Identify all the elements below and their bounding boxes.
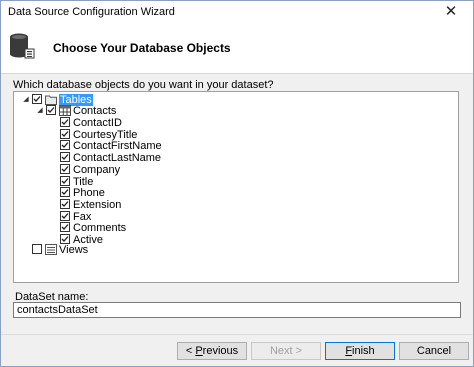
cancel-button[interactable]: Cancel [399,342,469,360]
tree-node-column-label: ContactLastName [73,152,162,165]
previous-mnemonic: P [195,345,203,357]
tree-node-column-label: CourtesyTitle [73,128,138,141]
objects-question: Which database objects do you want in yo… [13,79,274,91]
checkbox[interactable] [60,234,70,244]
tree-node-column-label: Company [73,163,121,176]
unchecked-checkbox[interactable] [32,244,42,254]
checkbox[interactable] [60,140,70,151]
button-separator [1,334,473,335]
previous-rest: revious [202,345,239,357]
checkbox[interactable] [60,175,70,186]
database-icon [10,33,35,59]
folder-icon [45,94,57,105]
tree-node-column-label: Comments [73,222,127,235]
wizard-window: Data Source Configuration Wizard ✕ Choos… [0,0,474,367]
window-title: Data Source Configuration Wizard [8,6,175,18]
checkbox[interactable] [60,128,70,139]
tree-node-column-label: ContactFirstName [73,140,162,153]
views-folder-icon [45,244,57,255]
previous-button[interactable]: < Previous [177,342,247,360]
checkbox[interactable] [60,117,70,127]
checkbox[interactable] [60,187,70,198]
tree-node-column-label: Extension [73,198,122,211]
next-button[interactable]: Next > [251,342,321,360]
tree-node-column-label: Fax [73,210,92,223]
checkbox[interactable] [46,105,56,115]
finish-rest: inish [352,345,375,357]
wizard-header: Choose Your Database Objects [1,23,473,74]
previous-prefix: < [185,345,196,357]
checkbox[interactable] [32,94,42,104]
tree-node-contacts-label: Contacts [73,105,117,117]
objects-tree[interactable]: ◢ Tables ◢ Contacts ContactID CourtesyTitle Co… [13,91,459,283]
page-title: Choose Your Database Objects [53,41,231,55]
checkbox[interactable] [60,152,70,163]
dataset-name-input[interactable] [13,302,461,318]
checkbox[interactable] [60,222,70,233]
close-button[interactable]: ✕ [429,1,473,23]
tree-node-column-label: Phone [73,187,105,200]
table-icon [59,105,71,116]
checkbox[interactable] [60,198,70,209]
checkbox[interactable] [60,210,70,221]
collapse-arrow-icon[interactable]: ◢ [36,105,44,117]
collapse-arrow-icon[interactable]: ◢ [22,94,30,106]
tree-node-column-label: ContactID [73,117,122,129]
finish-button[interactable]: Finish [325,342,395,360]
title-bar: Data Source Configuration Wizard ✕ [1,1,473,23]
tree-node-views-label: Views [59,244,89,256]
tree-node-column-label: Title [73,175,94,188]
checkbox[interactable] [60,163,70,174]
